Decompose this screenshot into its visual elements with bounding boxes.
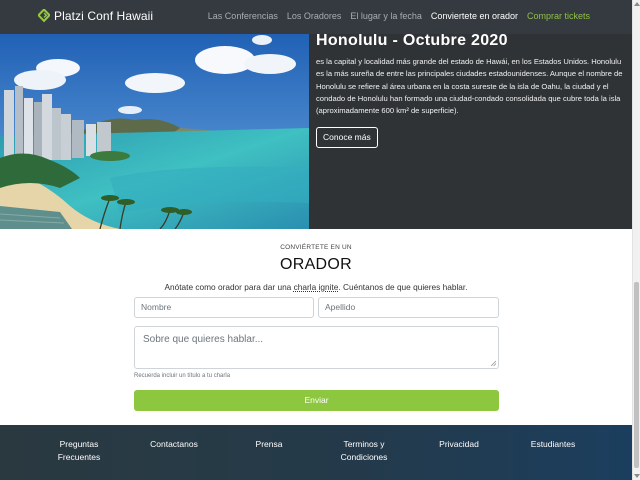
platzi-logo-icon	[38, 9, 50, 23]
form-title: ORADOR	[279, 256, 353, 273]
hero-section: Honolulu - Octubre 2020 es la capital y …	[0, 28, 632, 229]
footer-link-estudiantes[interactable]: Estudiantes	[530, 438, 576, 451]
charla-ignite-term: charla ignite	[293, 282, 339, 292]
footer-link-label: Estudiantes	[530, 439, 576, 449]
scrollbar-thumb[interactable]	[634, 282, 639, 468]
brand[interactable]: Platzi Conf Hawaii	[38, 9, 153, 23]
form-subtitle: Anótate como orador para dar una charla …	[0, 282, 632, 292]
brand-name: Platzi Conf Hawaii	[54, 9, 154, 23]
footer-link-label: Contactanos	[150, 439, 198, 449]
form-kicker: CONVIÉRTETE EN UN	[280, 244, 352, 251]
topic-placeholder: Sobre que quieres hablar...	[143, 334, 264, 345]
footer-link-label: Prensa	[255, 439, 283, 449]
conoce-mas-button[interactable]: Conoce más	[316, 127, 378, 148]
nav-link-conferencias[interactable]: Las Conferencias	[208, 11, 278, 21]
nav-link-comprar-tickets[interactable]: Comprar tickets	[527, 11, 590, 21]
vertical-scrollbar[interactable]	[632, 0, 640, 480]
footer-link-contactanos[interactable]: Contactanos	[148, 438, 200, 451]
nav-link-oradores[interactable]: Los Oradores	[287, 11, 342, 21]
submit-button[interactable]: Enviar	[134, 390, 499, 411]
footer-link-privacidad[interactable]: Privacidad	[436, 438, 482, 451]
footer-link-label-line2: Condiciones	[340, 452, 388, 462]
scroll-down-arrow-icon[interactable]	[634, 474, 640, 478]
nav-links: Las Conferencias Los Oradores El lugar y…	[199, 11, 590, 21]
scroll-up-arrow-icon[interactable]	[634, 2, 640, 6]
top-navbar: Platzi Conf Hawaii Las Conferencias Los …	[0, 0, 632, 34]
speaker-form-section: CONVIÉRTETE EN UN ORADOR Anótate como or…	[0, 229, 632, 425]
last-name-input[interactable]: Apellido	[318, 297, 499, 318]
form-subtitle-post: . Cuéntanos de que quieres hablar.	[338, 282, 468, 292]
hero-text: Honolulu - Octubre 2020 es la capital y …	[316, 32, 624, 117]
first-name-input[interactable]: Nombre	[134, 297, 314, 318]
form-subtitle-pre: Anótate como orador para dar una	[164, 282, 294, 292]
hero-title: Honolulu - Octubre 2020	[316, 32, 508, 49]
topic-textarea[interactable]: Sobre que quieres hablar...	[134, 326, 499, 369]
nav-link-conviertete-orador[interactable]: Conviertete en orador	[431, 11, 518, 21]
resize-grip-icon[interactable]	[490, 360, 496, 366]
footer-link-label: Terminos y	[343, 439, 385, 449]
footer-link-label: Privacidad	[439, 439, 479, 449]
footer: Preguntas Frecuentes Contactanos Prensa …	[0, 425, 632, 480]
footer-link-label: Preguntas Frecuentes	[57, 439, 101, 462]
topic-hint: Recuerda incluir un título a tu charla	[134, 373, 231, 379]
footer-link-preguntas[interactable]: Preguntas Frecuentes	[40, 438, 118, 464]
footer-link-terminos[interactable]: Terminos y Condiciones	[336, 438, 392, 464]
hero-description: es la capital y localidad más grande del…	[316, 57, 623, 116]
honolulu-beach-image	[0, 28, 309, 229]
footer-link-prensa[interactable]: Prensa	[252, 438, 286, 451]
nav-link-lugar-fecha[interactable]: El lugar y la fecha	[350, 11, 422, 21]
